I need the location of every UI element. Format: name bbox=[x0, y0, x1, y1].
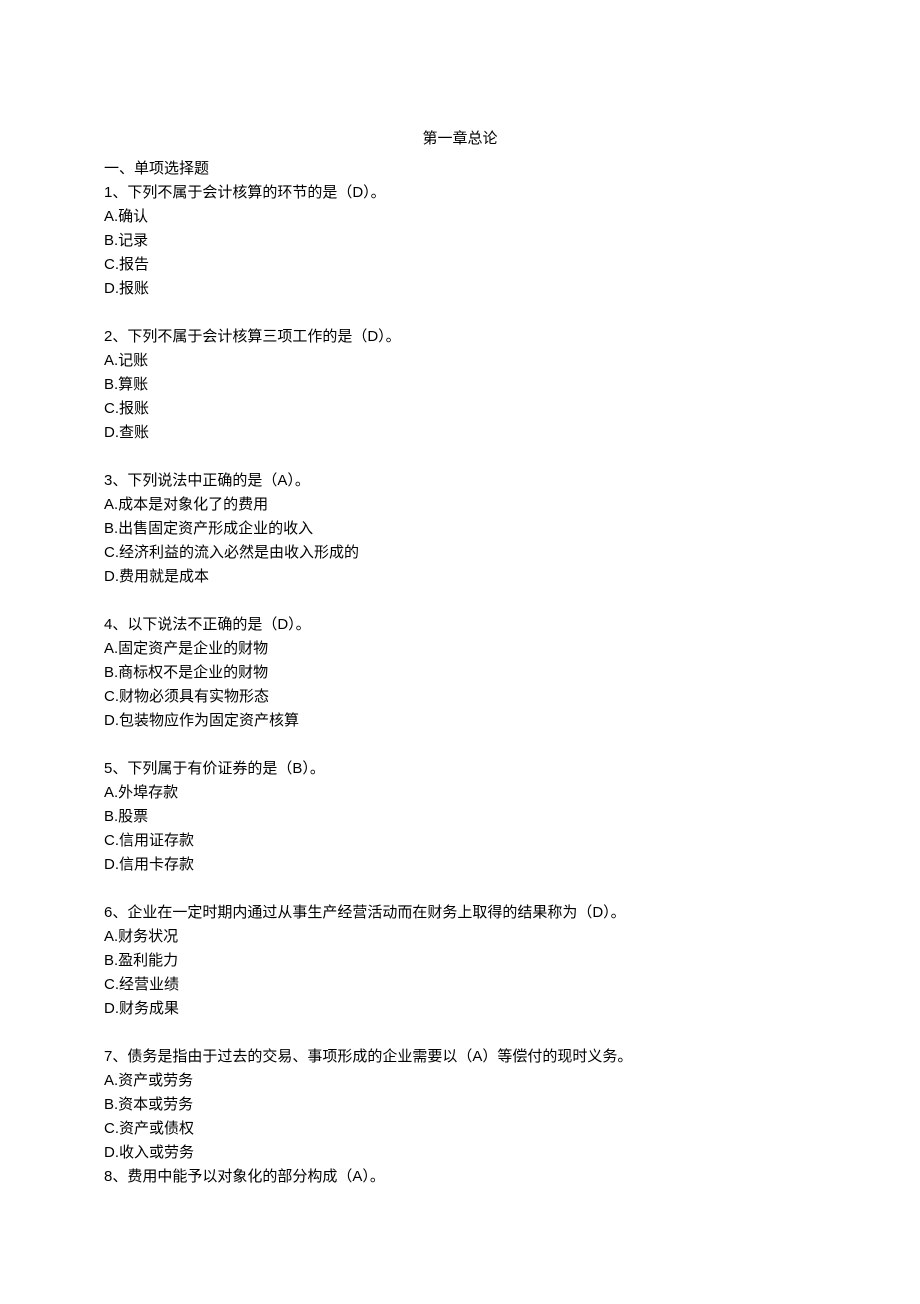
section-heading: 一、单项选择题 bbox=[104, 157, 816, 181]
question-stem: 7、债务是指由于过去的交易、事项形成的企业需要以（A）等偿付的现时义务。 bbox=[104, 1045, 816, 1069]
question-stem: 5、下列属于有价证券的是（B）。 bbox=[104, 757, 816, 781]
question-option: D.报账 bbox=[104, 277, 816, 301]
question-stem: 4、以下说法不正确的是（D）。 bbox=[104, 613, 816, 637]
question-stem: 1、下列不属于会计核算的环节的是（D）。 bbox=[104, 181, 816, 205]
question-option: A.资产或劳务 bbox=[104, 1069, 816, 1093]
question-option: C.经济利益的流入必然是由收入形成的 bbox=[104, 541, 816, 565]
question-option: C.经营业绩 bbox=[104, 973, 816, 997]
question-option: A.固定资产是企业的财物 bbox=[104, 637, 816, 661]
question-option: C.报告 bbox=[104, 253, 816, 277]
spacer bbox=[104, 1021, 816, 1045]
document-page: 第一章总论 一、单项选择题 1、下列不属于会计核算的环节的是（D）。 A.确认 … bbox=[0, 0, 920, 1249]
question-option: A.财务状况 bbox=[104, 925, 816, 949]
question-option: C.信用证存款 bbox=[104, 829, 816, 853]
spacer bbox=[104, 445, 816, 469]
question-stem: 6、企业在一定时期内通过从事生产经营活动而在财务上取得的结果称为（D）。 bbox=[104, 901, 816, 925]
question-option: D.信用卡存款 bbox=[104, 853, 816, 877]
question-option: D.查账 bbox=[104, 421, 816, 445]
question-option: D.费用就是成本 bbox=[104, 565, 816, 589]
question-option: D.包装物应作为固定资产核算 bbox=[104, 709, 816, 733]
chapter-title: 第一章总论 bbox=[104, 127, 816, 151]
question-option: C.资产或债权 bbox=[104, 1117, 816, 1141]
spacer bbox=[104, 589, 816, 613]
question-option: B.商标权不是企业的财物 bbox=[104, 661, 816, 685]
question-option: C.财物必须具有实物形态 bbox=[104, 685, 816, 709]
question-option: B.盈利能力 bbox=[104, 949, 816, 973]
question-stem: 8、费用中能予以对象化的部分构成（A）。 bbox=[104, 1165, 816, 1189]
question-option: B.股票 bbox=[104, 805, 816, 829]
spacer bbox=[104, 733, 816, 757]
question-option: A.外埠存款 bbox=[104, 781, 816, 805]
spacer bbox=[104, 301, 816, 325]
spacer bbox=[104, 877, 816, 901]
question-option: B.记录 bbox=[104, 229, 816, 253]
question-option: B.出售固定资产形成企业的收入 bbox=[104, 517, 816, 541]
question-stem: 3、下列说法中正确的是（A）。 bbox=[104, 469, 816, 493]
question-option: A.成本是对象化了的费用 bbox=[104, 493, 816, 517]
question-option: B.算账 bbox=[104, 373, 816, 397]
question-option: A.确认 bbox=[104, 205, 816, 229]
question-option: D.收入或劳务 bbox=[104, 1141, 816, 1165]
question-option: C.报账 bbox=[104, 397, 816, 421]
question-option: A.记账 bbox=[104, 349, 816, 373]
question-option: B.资本或劳务 bbox=[104, 1093, 816, 1117]
question-option: D.财务成果 bbox=[104, 997, 816, 1021]
question-stem: 2、下列不属于会计核算三项工作的是（D）。 bbox=[104, 325, 816, 349]
